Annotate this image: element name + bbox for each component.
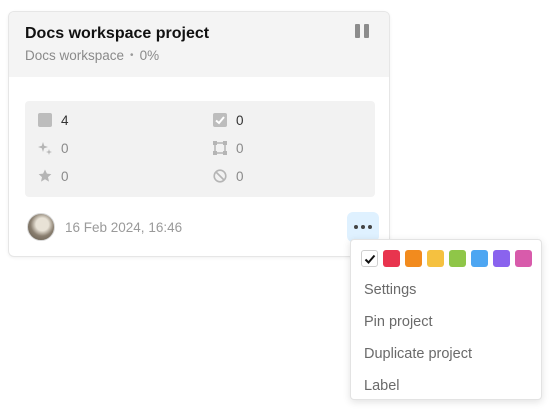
project-title[interactable]: Docs workspace project: [25, 25, 209, 43]
blocked-icon: [212, 168, 228, 184]
check-icon: [364, 254, 375, 264]
color-swatches: [361, 250, 532, 267]
avatar[interactable]: [27, 213, 55, 241]
stat-sparkle: 0: [37, 140, 69, 156]
more-dot: [361, 225, 365, 229]
separator-dot: •: [130, 50, 134, 61]
pause-icon[interactable]: [355, 24, 369, 38]
color-swatch-purple[interactable]: [493, 250, 510, 267]
more-options-button[interactable]: [347, 212, 379, 242]
color-swatch-yellow[interactable]: [427, 250, 444, 267]
color-swatch-green[interactable]: [449, 250, 466, 267]
stat-tasks-value: 4: [61, 112, 69, 128]
color-swatch-red[interactable]: [383, 250, 400, 267]
context-menu: Settings Pin project Duplicate project L…: [350, 239, 542, 400]
more-dot: [368, 225, 372, 229]
menu-item-settings[interactable]: Settings: [364, 282, 416, 298]
sparkle-icon: [37, 140, 53, 156]
color-swatch-pink[interactable]: [515, 250, 532, 267]
created-date: 16 Feb 2024, 16:46: [65, 220, 183, 235]
stat-tasks: 4: [37, 112, 69, 128]
color-swatch-blue[interactable]: [471, 250, 488, 267]
stat-sparkle-value: 0: [61, 140, 69, 156]
nodes-icon: [212, 140, 228, 156]
stat-blocked-value: 0: [236, 168, 244, 184]
stat-blocked: 0: [212, 168, 244, 184]
project-subtitle: Docs workspace • 0%: [25, 48, 159, 63]
stat-star: 0: [37, 168, 69, 184]
stat-nodes: 0: [212, 140, 244, 156]
progress-value: 0%: [139, 48, 160, 63]
stat-nodes-value: 0: [236, 140, 244, 156]
menu-item-pin-project[interactable]: Pin project: [364, 314, 433, 330]
checkbox-checked-icon: [212, 112, 228, 128]
star-icon: [37, 168, 53, 184]
task-square-icon: [37, 112, 53, 128]
project-card[interactable]: Docs workspace project Docs workspace • …: [8, 11, 390, 257]
menu-item-label[interactable]: Label: [364, 378, 399, 394]
stat-star-value: 0: [61, 168, 69, 184]
color-swatch-none[interactable]: [361, 250, 378, 267]
stat-done-value: 0: [236, 112, 244, 128]
more-dot: [354, 225, 358, 229]
card-header: Docs workspace project Docs workspace • …: [9, 12, 389, 77]
workspace-name: Docs workspace: [25, 48, 125, 63]
stats-panel: 4 0 0 0 0 0: [25, 101, 375, 197]
stat-done: 0: [212, 112, 244, 128]
color-swatch-orange[interactable]: [405, 250, 422, 267]
menu-item-duplicate-project[interactable]: Duplicate project: [364, 346, 472, 362]
